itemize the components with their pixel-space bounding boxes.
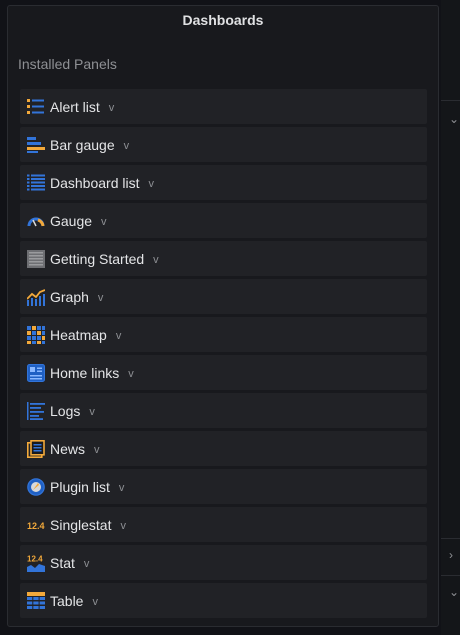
- panel-item-label: Table: [50, 592, 84, 609]
- panel-item-label: Stat: [50, 554, 75, 571]
- plugin-list-icon: [26, 477, 46, 497]
- panel-item-label: Gauge: [50, 212, 93, 229]
- chevron-down-icon[interactable]: v: [109, 102, 115, 114]
- panel-item-label: Plugin list: [50, 478, 110, 495]
- bar-gauge-icon: [26, 135, 46, 155]
- panel-list: Alert list v Bar gauge v Dashboard list …: [20, 89, 427, 621]
- rail-chevron-right-icon[interactable]: ›: [449, 548, 453, 562]
- rail-chevron-down-icon[interactable]: ⌄: [449, 585, 459, 599]
- home-links-icon: [26, 363, 46, 383]
- stat-icon: 12.4: [26, 553, 46, 573]
- graph-icon: [26, 287, 46, 307]
- panel-item-graph[interactable]: Graph v: [20, 279, 427, 314]
- right-rail: [441, 0, 460, 635]
- panel-item-label: Home links: [50, 364, 120, 381]
- chevron-down-icon[interactable]: v: [128, 368, 134, 380]
- chevron-down-icon[interactable]: v: [120, 520, 126, 532]
- panel-item-gauge[interactable]: Gauge v: [20, 203, 427, 238]
- chevron-down-icon[interactable]: v: [116, 330, 122, 342]
- panel-title: Dashboards: [182, 12, 264, 28]
- panel-item-dashboard-list[interactable]: Dashboard list v: [20, 165, 427, 200]
- rail-chevron-down-icon[interactable]: ⌄: [449, 112, 459, 126]
- chevron-down-icon[interactable]: v: [92, 596, 98, 608]
- panel-item-label: News: [50, 440, 86, 457]
- panel-item-label: Heatmap: [50, 326, 107, 343]
- panel-item-table[interactable]: Table v: [20, 583, 427, 618]
- chevron-down-icon[interactable]: v: [124, 140, 130, 152]
- logs-icon: [26, 401, 46, 421]
- panel-item-news[interactable]: News v: [20, 431, 427, 466]
- singlestat-icon: 12.4: [26, 515, 46, 535]
- chevron-down-icon[interactable]: v: [153, 254, 159, 266]
- panel-item-label: Alert list: [50, 98, 100, 115]
- alert-list-icon: [26, 97, 46, 117]
- rail-divider: [441, 575, 460, 576]
- table-icon: [26, 591, 46, 611]
- panel-item-label: Bar gauge: [50, 136, 115, 153]
- svg-text:12.4: 12.4: [27, 554, 43, 563]
- chevron-down-icon[interactable]: v: [149, 178, 155, 190]
- panel-item-label: Singlestat: [50, 516, 112, 533]
- panel-item-label: Graph: [50, 288, 89, 305]
- chevron-down-icon[interactable]: v: [89, 406, 95, 418]
- gauge-icon: [26, 211, 46, 231]
- section-label: Installed Panels: [18, 56, 117, 72]
- panel-item-bar-gauge[interactable]: Bar gauge v: [20, 127, 427, 162]
- rail-divider: [441, 538, 460, 539]
- chevron-down-icon[interactable]: v: [98, 292, 104, 304]
- svg-text:12.4: 12.4: [27, 521, 45, 531]
- chevron-down-icon[interactable]: v: [101, 216, 107, 228]
- getting-started-icon: [26, 249, 46, 269]
- heatmap-icon: [26, 325, 46, 345]
- news-icon: [26, 439, 46, 459]
- panel-item-label: Logs: [50, 402, 81, 419]
- chevron-down-icon[interactable]: v: [94, 444, 100, 456]
- panel-item-alert-list[interactable]: Alert list v: [20, 89, 427, 124]
- panel-item-label: Getting Started: [50, 250, 145, 267]
- panel-item-stat[interactable]: 12.4 Stat v: [20, 545, 427, 580]
- chevron-down-icon[interactable]: v: [84, 558, 90, 570]
- panel-item-home-links[interactable]: Home links v: [20, 355, 427, 390]
- panel-item-label: Dashboard list: [50, 174, 140, 191]
- panel-item-singlestat[interactable]: 12.4 Singlestat v: [20, 507, 427, 542]
- panel-item-heatmap[interactable]: Heatmap v: [20, 317, 427, 352]
- panel-picker: Dashboards Installed Panels Alert list v: [7, 5, 439, 627]
- dashboard-list-icon: [26, 173, 46, 193]
- panel-item-logs[interactable]: Logs v: [20, 393, 427, 428]
- panel-item-plugin-list[interactable]: Plugin list v: [20, 469, 427, 504]
- chevron-down-icon[interactable]: v: [119, 482, 125, 494]
- panel-item-getting-started[interactable]: Getting Started v: [20, 241, 427, 276]
- rail-divider: [441, 100, 460, 101]
